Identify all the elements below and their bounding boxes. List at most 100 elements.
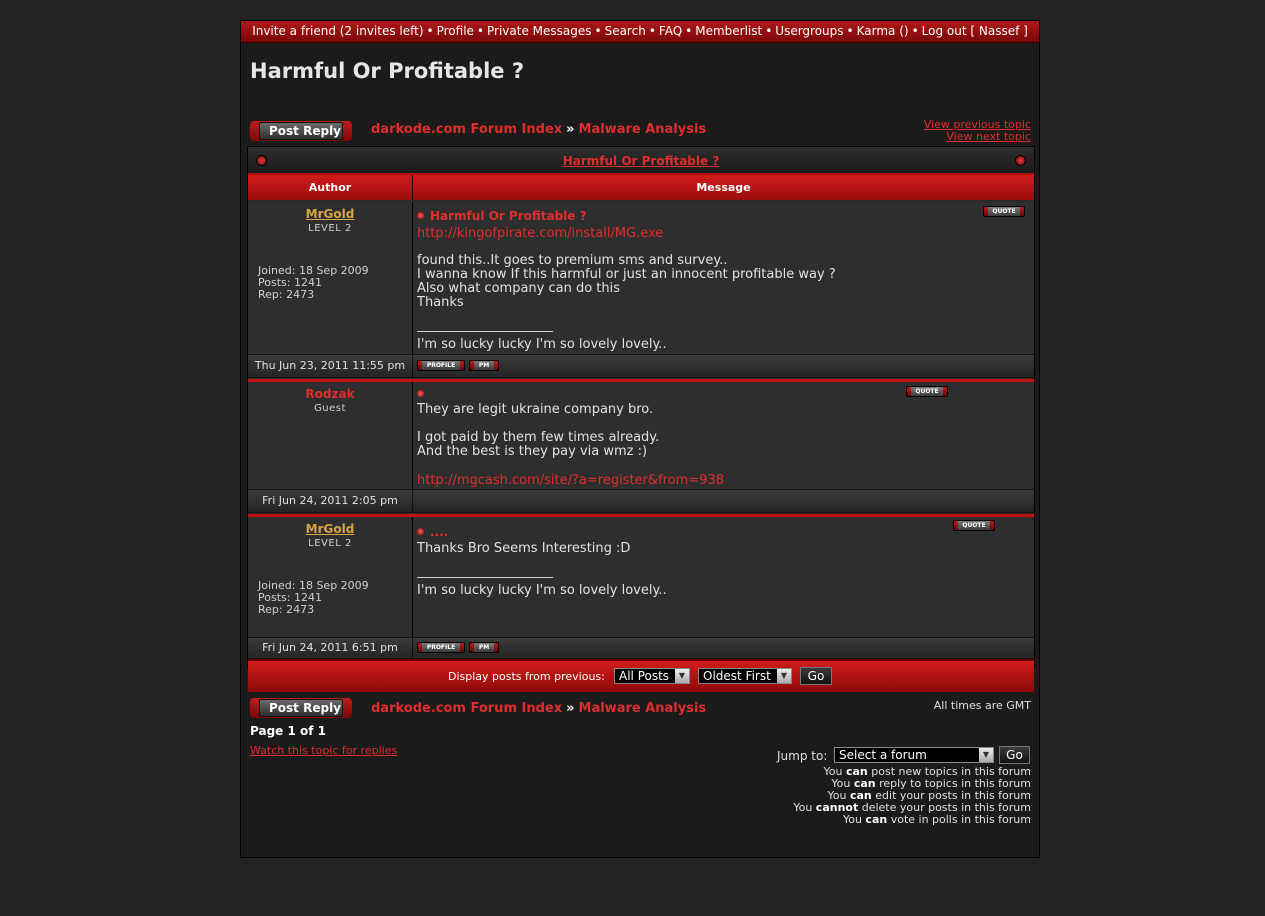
post-author-name[interactable]: Rodzak [248, 387, 412, 401]
nav-separator: • [426, 24, 434, 38]
quote-button[interactable]: QUOTE [906, 386, 948, 397]
page-title[interactable]: Harmful Or Profitable ? [250, 59, 524, 83]
post-subject-text: Harmful Or Profitable ? [430, 209, 587, 223]
jump-go-button[interactable]: Go [999, 746, 1030, 764]
post-body: Thanks Bro Seems Interesting :D [417, 541, 631, 556]
post-date: Fri Jun 24, 2011 2:05 pm [248, 490, 413, 512]
nav-separator: • [648, 24, 656, 38]
post-subject [417, 387, 430, 401]
nav-faq[interactable]: FAQ [659, 24, 682, 38]
table-caption: Harmful Or Profitable ? [248, 147, 1034, 175]
period-select[interactable]: All Posts ▼ [614, 668, 690, 684]
post-body: They are legit ukraine company bro. I go… [417, 402, 660, 459]
view-next-topic-link[interactable]: View next topic [946, 130, 1031, 143]
display-go-button[interactable]: Go [800, 667, 832, 685]
nav-search[interactable]: Search [605, 24, 646, 38]
post-date: Thu Jun 23, 2011 11:55 pm [248, 355, 413, 377]
jump-forum-select[interactable]: Select a forum ▼ [834, 747, 994, 763]
nav-private-messages[interactable]: Private Messages [487, 24, 592, 38]
post-bullet-icon [417, 528, 424, 535]
top-nav: Invite a friend (2 invites left) • Profile… [241, 21, 1039, 43]
column-header-message: Message [413, 175, 1034, 200]
post-signature: I'm so lucky lucky I'm so lovely lovely.… [417, 583, 667, 598]
quote-label: QUOTE [911, 387, 943, 396]
nav-profile[interactable]: Profile [437, 24, 474, 38]
post-footer-bar: Thu Jun 23, 2011 11:55 pm PROFILE PM [248, 354, 1034, 378]
nav-separator: • [476, 24, 484, 38]
nav-separator: • [594, 24, 602, 38]
breadcrumb-separator: » [566, 701, 575, 716]
post-message-cell: QUOTE They are legit ukraine company bro… [413, 382, 1034, 489]
breadcrumb-forum[interactable]: Malware Analysis [579, 122, 707, 137]
pm-button[interactable]: PM [469, 360, 499, 371]
permission-line: You can vote in polls in this forum [842, 813, 1031, 826]
breadcrumb: darkode.com Forum Index » Malware Analysis [371, 701, 706, 716]
period-select-value: All Posts [619, 669, 670, 683]
post-link[interactable]: http://mgcash.com/site/?a=register&from=… [417, 473, 724, 488]
nav-separator: • [911, 24, 919, 38]
post-author-rank: LEVEL 2 [308, 223, 352, 234]
post-bullet-icon [417, 390, 424, 397]
breadcrumb-forum[interactable]: Malware Analysis [579, 701, 707, 716]
forum-permissions: You can post new topics in this forum Yo… [793, 766, 1031, 826]
post-date: Fri Jun 24, 2011 6:51 pm [248, 638, 413, 658]
author-reputation: Rep: 2473 [258, 288, 315, 301]
nav-separator: • [765, 24, 773, 38]
signature-divider [417, 331, 553, 332]
profile-button[interactable]: PROFILE [417, 360, 465, 371]
post-reply-label: Post Reply [259, 699, 343, 717]
breadcrumb-forum-index[interactable]: darkode.com Forum Index [371, 122, 562, 137]
post-author-rank: Guest [314, 403, 346, 414]
post-author-name[interactable]: MrGold [248, 522, 412, 536]
breadcrumb-separator: » [566, 122, 575, 137]
display-filter-row: Display posts from previous: All Posts ▼… [248, 659, 1034, 692]
breadcrumb-forum-index[interactable]: darkode.com Forum Index [371, 701, 562, 716]
post-author-name[interactable]: MrGold [248, 207, 412, 221]
quote-button[interactable]: QUOTE [953, 520, 995, 531]
caption-right-dot-icon [1015, 155, 1026, 166]
post-body: found this..It goes to premium sms and s… [417, 253, 836, 310]
post-subject: .... [417, 525, 448, 539]
profile-button[interactable]: PROFILE [417, 642, 465, 653]
chevron-down-icon: ▼ [675, 669, 689, 683]
chevron-down-icon: ▼ [979, 748, 993, 762]
post-subject-text: .... [430, 525, 449, 539]
post-author-stats: Joined: 18 Sep 2009 Posts: 1241 Rep: 247… [258, 265, 369, 301]
nav-invite[interactable]: Invite a friend (2 invites left) [252, 24, 423, 38]
breadcrumb: darkode.com Forum Index » Malware Analysis [371, 122, 706, 137]
caption-left-dot-icon [256, 155, 267, 166]
column-header-author: Author [248, 175, 413, 200]
post-author-cell: MrGold LEVEL 2 Joined: 18 Sep 2009 Posts… [248, 517, 413, 637]
quote-label: QUOTE [958, 521, 990, 530]
order-select-value: Oldest First [703, 669, 771, 683]
profile-label: PROFILE [422, 643, 460, 652]
nav-separator: • [685, 24, 693, 38]
author-reputation: Rep: 2473 [258, 603, 315, 616]
pm-button[interactable]: PM [469, 642, 499, 653]
nav-karma[interactable]: Karma () [857, 24, 909, 38]
post-author-cell: MrGold LEVEL 2 Joined: 18 Sep 2009 Posts… [248, 202, 413, 354]
timezone-note: All times are GMT [933, 699, 1031, 712]
order-select[interactable]: Oldest First ▼ [698, 668, 792, 684]
post-reply-button[interactable]: Post Reply [250, 121, 352, 141]
post-author-stats: Joined: 18 Sep 2009 Posts: 1241 Rep: 247… [258, 580, 369, 616]
quote-label: QUOTE [988, 207, 1020, 216]
nav-logout[interactable]: Log out [ Nassef ] [922, 24, 1028, 38]
nav-memberlist[interactable]: Memberlist [695, 24, 762, 38]
post-author-cell: Rodzak Guest [248, 382, 413, 489]
post-bullet-icon [417, 212, 424, 219]
post-reply-label: Post Reply [259, 122, 343, 140]
nav-usergroups[interactable]: Usergroups [775, 24, 843, 38]
display-filter-label: Display posts from previous: [448, 670, 605, 683]
post-footer-bar: Fri Jun 24, 2011 2:05 pm [248, 489, 1034, 513]
caption-topic-link[interactable]: Harmful Or Profitable ? [563, 154, 720, 168]
watch-topic-link[interactable]: Watch this topic for replies [250, 744, 397, 757]
jump-forum-value: Select a forum [839, 748, 927, 762]
post-link[interactable]: http://kingofpirate.com/install/MG.exe [417, 226, 663, 241]
page-wrapper: Invite a friend (2 invites left) • Profile… [240, 20, 1040, 858]
post-reply-button[interactable]: Post Reply [250, 698, 352, 718]
pagination: Page 1 of 1 [250, 724, 326, 738]
pm-label: PM [474, 361, 494, 370]
quote-button[interactable]: QUOTE [983, 206, 1025, 217]
pm-label: PM [474, 643, 494, 652]
